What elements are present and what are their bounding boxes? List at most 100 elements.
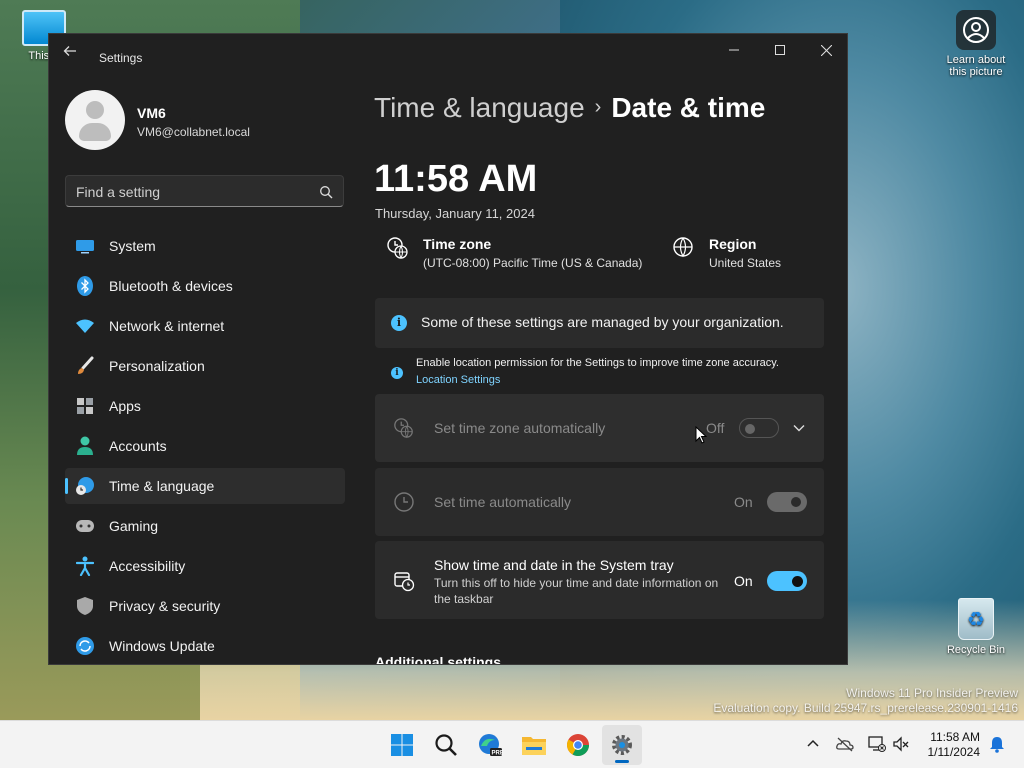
title-bar[interactable]: Settings <box>49 34 847 66</box>
desktop-icon-label: Learn about this picture <box>946 54 1006 78</box>
gear-icon <box>612 735 632 755</box>
sidebar-item-label: Network & internet <box>109 318 225 334</box>
taskbar-chrome-button[interactable] <box>558 725 598 765</box>
minimize-icon <box>729 49 739 51</box>
taskbar-clock[interactable]: 11:58 AM 1/11/2024 <box>920 730 981 760</box>
update-icon <box>75 636 95 656</box>
person-icon <box>75 436 95 456</box>
sidebar-item-network[interactable]: Network & internet <box>65 308 345 344</box>
time-auto-toggle[interactable] <box>767 492 807 512</box>
user-name: VM6 <box>137 105 166 121</box>
sidebar-nav: System Bluetooth & devices Network & int… <box>65 228 345 664</box>
setting-time-zone-auto[interactable]: Set time zone automatically Off <box>375 394 824 462</box>
sidebar-item-personalization[interactable]: Personalization <box>65 348 345 384</box>
globe-clock-icon <box>75 476 95 496</box>
sidebar-item-gaming[interactable]: Gaming <box>65 508 345 544</box>
sidebar-item-label: Personalization <box>109 358 205 374</box>
sidebar-item-privacy[interactable]: Privacy & security <box>65 588 345 624</box>
sidebar-item-label: System <box>109 238 156 254</box>
region-title: Region <box>709 236 757 252</box>
user-email: VM6@collabnet.local <box>137 125 250 139</box>
camera-info-icon <box>956 10 996 50</box>
sidebar-item-accounts[interactable]: Accounts <box>65 428 345 464</box>
setting-show-time-in-tray[interactable]: Show time and date in the System tray Tu… <box>375 541 824 619</box>
sidebar-item-label: Privacy & security <box>109 598 221 614</box>
arrow-left-icon <box>63 46 76 56</box>
desktop-icon-recycle-bin[interactable]: ♻ Recycle Bin <box>940 598 1012 656</box>
managed-by-org-banner: i Some of these settings are managed by … <box>375 298 824 348</box>
time-zone-title: Time zone <box>423 236 492 252</box>
sidebar-item-system[interactable]: System <box>65 228 345 264</box>
sidebar-item-apps[interactable]: Apps <box>65 388 345 424</box>
maximize-icon <box>775 45 785 55</box>
desktop-icon-label: Recycle Bin <box>946 644 1006 656</box>
search-input[interactable] <box>76 183 306 201</box>
breadcrumb: Time & language › Date & time <box>374 92 765 124</box>
time-zone-auto-label: Set time zone automatically <box>434 420 606 436</box>
search-icon[interactable] <box>319 185 333 199</box>
tray-toggle[interactable] <box>767 571 807 591</box>
sidebar-item-bluetooth[interactable]: Bluetooth & devices <box>65 268 345 304</box>
chevron-right-icon: › <box>594 96 602 118</box>
current-date: Thursday, January 11, 2024 <box>375 206 535 221</box>
onedrive-off-icon[interactable] <box>836 735 854 753</box>
taskbar-edge-button[interactable]: PRE <box>470 725 510 765</box>
search-box[interactable] <box>65 175 344 207</box>
sidebar-item-label: Windows Update <box>109 638 215 654</box>
time-zone-auto-state: Off <box>706 420 725 436</box>
desktop-icon-learn-about-picture[interactable]: Learn about this picture <box>938 10 1014 78</box>
recycle-bin-icon: ♻ <box>958 598 994 640</box>
sidebar-item-label: Bluetooth & devices <box>109 278 233 294</box>
bluetooth-icon <box>75 276 95 296</box>
sidebar-item-label: Accounts <box>109 438 167 454</box>
watermark-line-1: Windows 11 Pro Insider Preview <box>846 686 1018 700</box>
sidebar-item-time-language[interactable]: Time & language <box>65 468 345 504</box>
os-watermark: Windows 11 Pro Insider Preview Evaluatio… <box>713 686 1018 716</box>
time-auto-label: Set time automatically <box>434 494 571 510</box>
gamepad-icon <box>75 516 95 536</box>
breadcrumb-parent[interactable]: Time & language <box>374 92 585 123</box>
setting-time-auto[interactable]: Set time automatically On <box>375 468 824 536</box>
start-button[interactable] <box>382 725 422 765</box>
folder-icon <box>522 737 546 755</box>
accessibility-icon <box>75 556 95 576</box>
wifi-icon <box>75 316 95 336</box>
avatar <box>65 90 125 150</box>
brush-icon <box>75 356 95 376</box>
location-note-text: Enable location permission for the Setti… <box>416 357 779 369</box>
taskbar-settings-button[interactable] <box>602 725 642 765</box>
maximize-button[interactable] <box>757 34 803 66</box>
globe-clock-icon <box>387 237 408 260</box>
taskbar-time: 11:58 AM <box>930 730 980 744</box>
region-value: United States <box>709 256 782 270</box>
chevron-up-icon[interactable] <box>804 735 822 753</box>
calendar-clock-icon <box>394 572 415 592</box>
sidebar-item-label: Time & language <box>109 478 215 494</box>
location-settings-link[interactable]: Location Settings <box>416 374 500 386</box>
taskbar-search-button[interactable] <box>426 725 466 765</box>
network-disconnected-icon[interactable] <box>868 735 886 753</box>
search-icon <box>435 734 457 756</box>
tray-label: Show time and date in the System tray <box>434 557 674 573</box>
speaker-muted-icon[interactable] <box>892 735 910 753</box>
info-icon: i <box>391 367 403 379</box>
sidebar-item-windows-update[interactable]: Windows Update <box>65 628 345 664</box>
minimize-button[interactable] <box>711 34 757 66</box>
taskbar-file-explorer-button[interactable] <box>514 725 554 765</box>
window-title: Settings <box>99 51 143 65</box>
sidebar-item-accessibility[interactable]: Accessibility <box>65 548 345 584</box>
page-title: Date & time <box>611 92 766 123</box>
bell-icon[interactable] <box>988 735 1006 753</box>
chevron-down-icon[interactable] <box>792 421 806 435</box>
time-zone-auto-toggle[interactable] <box>739 418 779 438</box>
taskbar-date: 1/11/2024 <box>927 745 981 759</box>
tray-state: On <box>734 573 753 589</box>
back-button[interactable] <box>63 44 79 60</box>
mouse-cursor-icon <box>695 426 707 444</box>
close-button[interactable] <box>803 34 847 66</box>
monitor-icon <box>75 236 95 256</box>
windows-logo-icon <box>391 734 413 756</box>
sidebar-item-label: Gaming <box>109 518 159 534</box>
managed-banner-text: Some of these settings are managed by yo… <box>421 314 784 330</box>
sidebar-item-label: Accessibility <box>109 558 186 574</box>
